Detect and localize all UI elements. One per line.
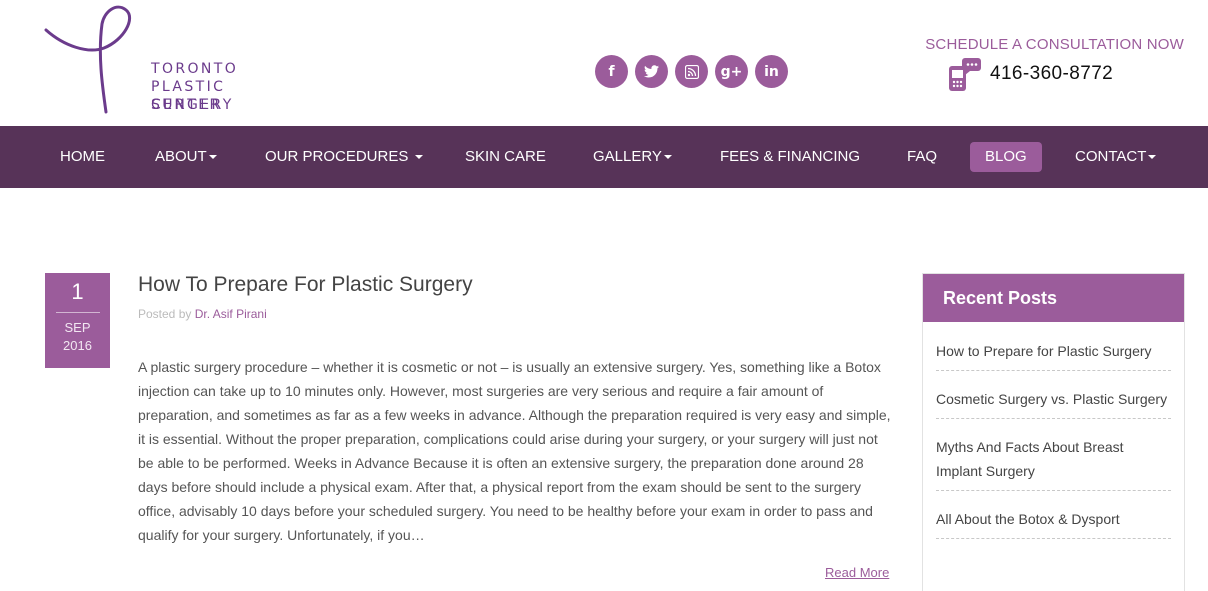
recent-post-link[interactable]: Cosmetic Surgery vs. Plastic Surgery	[936, 384, 1171, 419]
post-date-month: SEP	[64, 320, 91, 335]
recent-posts-widget: Recent Posts How to Prepare for Plastic …	[922, 273, 1185, 591]
phone-chat-icon	[948, 56, 982, 92]
nav-item-gallery[interactable]: GALLERY	[593, 126, 672, 188]
post-date-year: 2016	[63, 338, 92, 353]
recent-posts-heading: Recent Posts	[923, 274, 1184, 322]
linkedin-icon[interactable]: in	[755, 55, 788, 88]
nav-item-skin-care[interactable]: SKIN CARE	[465, 126, 546, 188]
nav-item-fees-financing[interactable]: FEES & FINANCING	[720, 126, 860, 188]
nav-item-blog[interactable]: BLOG	[970, 142, 1042, 172]
logo-text-line-1: TORONTO	[151, 61, 239, 77]
google-plus-icon[interactable]: g+	[715, 55, 748, 88]
caret-down-icon	[663, 155, 672, 160]
nav-item-contact[interactable]: CONTACT	[1075, 126, 1157, 188]
site-header: TORONTO PLASTIC SURGERY CENTER f g+ in S…	[0, 0, 1208, 126]
posted-by-label: Posted by	[138, 307, 192, 321]
logo-ribbon-icon	[44, 5, 132, 114]
post-excerpt: A plastic surgery procedure – whether it…	[138, 359, 891, 543]
phone-number[interactable]: 416-360-8772	[990, 63, 1113, 85]
post-date-day: 1	[71, 279, 84, 304]
site-logo[interactable]: TORONTO PLASTIC SURGERY CENTER	[44, 4, 284, 116]
post-meta: Posted by Dr. Asif Pirani	[138, 307, 267, 321]
caret-down-icon	[1148, 155, 1157, 160]
post-title[interactable]: How To Prepare For Plastic Surgery	[138, 273, 473, 297]
read-more-link[interactable]: Read More	[825, 565, 889, 580]
post-author-link[interactable]: Dr. Asif Pirani	[195, 307, 267, 321]
recent-post-link[interactable]: How to Prepare for Plastic Surgery	[936, 336, 1171, 371]
date-divider	[55, 312, 100, 313]
phone-contact[interactable]: 416-360-8772	[948, 56, 1113, 92]
logo-text-line-3: CENTER	[151, 97, 222, 113]
nav-item-about[interactable]: ABOUT	[155, 126, 217, 188]
main-navigation: HOME ABOUT OUR PROCEDURES SKIN CARE GALL…	[0, 126, 1208, 188]
nav-item-home[interactable]: HOME	[60, 126, 105, 188]
facebook-icon[interactable]: f	[595, 55, 628, 88]
caret-down-icon	[414, 155, 423, 160]
nav-item-our-procedures[interactable]: OUR PROCEDURES	[265, 126, 423, 188]
social-links: f g+ in	[595, 55, 788, 88]
rss-icon[interactable]	[675, 55, 708, 88]
twitter-icon[interactable]	[635, 55, 668, 88]
schedule-consultation-link[interactable]: SCHEDULE A CONSULTATION NOW	[925, 36, 1184, 53]
post-date-badge: 1 SEP 2016	[45, 273, 110, 368]
caret-down-icon	[208, 155, 217, 160]
recent-posts-list: How to Prepare for Plastic Surgery Cosme…	[923, 336, 1184, 539]
recent-post-link[interactable]: Myths And Facts About Breast Implant Sur…	[936, 432, 1171, 491]
nav-item-faq[interactable]: FAQ	[907, 126, 937, 188]
recent-post-link[interactable]: All About the Botox & Dysport	[936, 504, 1171, 539]
